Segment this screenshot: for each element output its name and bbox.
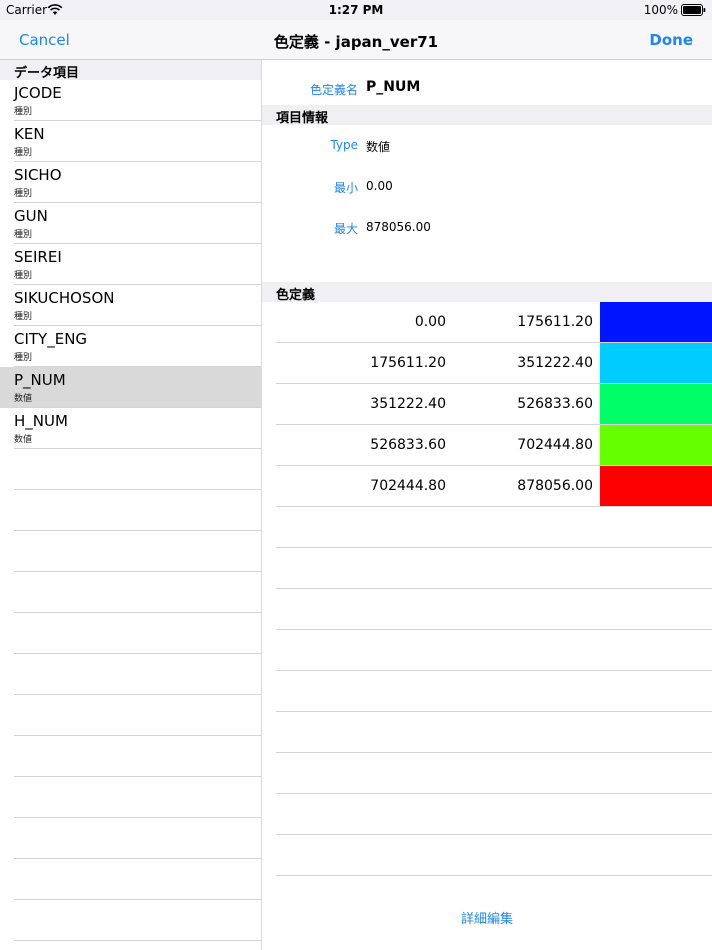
empty-row	[0, 572, 261, 613]
color-definition-detail: 色定義名 P_NUM 項目情報 Type 数値 最小 0.00 最大 87805…	[262, 60, 712, 950]
range-from: 0.00	[414, 314, 446, 330]
info-label: Type	[330, 138, 358, 152]
battery-icon	[681, 4, 706, 16]
empty-row	[262, 548, 712, 589]
item-type: 種別	[14, 189, 33, 199]
item-type: 種別	[14, 230, 33, 240]
status-time: 1:27 PM	[328, 3, 384, 17]
empty-row	[262, 753, 712, 794]
item-name: SEIREI	[14, 248, 62, 266]
info-label: 最小	[333, 181, 358, 195]
color-range-row[interactable]: 351222.40 526833.60	[262, 384, 712, 425]
info-value: 数値	[366, 140, 391, 154]
info-row-max: 最大 878056.00	[262, 207, 712, 248]
item-type: 種別	[14, 353, 33, 363]
empty-row	[0, 449, 261, 490]
item-type: 数値	[14, 394, 33, 404]
list-item-gun[interactable]: GUN 種別	[0, 203, 261, 244]
item-name: KEN	[14, 125, 45, 143]
nav-title: 色定義 - japan_ver71	[273, 33, 439, 51]
definition-name-row: 色定義名 P_NUM	[262, 60, 712, 105]
empty-row	[0, 490, 261, 531]
range-to: 175611.20	[517, 314, 593, 330]
battery-percent: 100%	[643, 3, 678, 17]
item-type: 数値	[14, 435, 33, 445]
empty-row	[262, 671, 712, 712]
status-bar: Carrier 1:27 PM 100%	[0, 0, 712, 20]
item-name: P_NUM	[14, 371, 66, 389]
empty-row	[262, 712, 712, 753]
item-name: JCODE	[14, 84, 62, 102]
item-name: SIKUCHOSON	[14, 289, 115, 307]
list-item-h-num[interactable]: H_NUM 数値	[0, 408, 261, 449]
list-item-sicho[interactable]: SICHO 種別	[0, 162, 261, 203]
done-button[interactable]: Done	[649, 31, 693, 49]
range-from: 702444.80	[370, 478, 446, 494]
color-swatch[interactable]	[600, 384, 712, 424]
empty-row	[0, 736, 261, 777]
item-name: GUN	[14, 207, 48, 225]
color-swatch[interactable]	[600, 302, 712, 342]
empty-row	[0, 818, 261, 859]
info-row-type: Type 数値	[262, 125, 712, 166]
color-swatch[interactable]	[600, 343, 712, 383]
color-definition-section-header: 色定義	[262, 282, 712, 303]
item-info-section-header: 項目情報	[262, 105, 712, 126]
list-item-p-num[interactable]: P_NUM 数値	[0, 367, 261, 408]
list-item-city-eng[interactable]: CITY_ENG 種別	[0, 326, 261, 367]
list-item-sikuchoson[interactable]: SIKUCHOSON 種別	[0, 285, 261, 326]
list-item-seirei[interactable]: SEIREI 種別	[0, 244, 261, 285]
item-name: H_NUM	[14, 412, 68, 430]
color-range-row[interactable]: 526833.60 702444.80	[262, 425, 712, 466]
range-from: 175611.20	[370, 355, 446, 371]
list-item-ken[interactable]: KEN 種別	[0, 121, 261, 162]
empty-row	[0, 531, 261, 572]
item-type: 種別	[14, 107, 33, 117]
empty-row	[0, 654, 261, 695]
empty-row	[262, 835, 712, 876]
empty-row	[0, 900, 261, 941]
item-type: 種別	[14, 271, 33, 281]
empty-row	[0, 777, 261, 818]
info-row-min: 最小 0.00	[262, 166, 712, 207]
empty-row	[0, 859, 261, 900]
range-from: 526833.60	[370, 437, 446, 453]
range-from: 351222.40	[370, 396, 446, 412]
color-range-row[interactable]: 702444.80 878056.00	[262, 466, 712, 507]
range-to: 878056.00	[517, 478, 593, 494]
item-type: 種別	[14, 148, 33, 158]
item-name: SICHO	[14, 166, 62, 184]
definition-name-value: P_NUM	[366, 79, 421, 95]
definition-name-label: 色定義名	[309, 83, 358, 97]
data-item-section-header: データ項目	[0, 60, 261, 81]
color-range-row[interactable]: 0.00 175611.20	[262, 302, 712, 343]
list-item-jcode[interactable]: JCODE 種別	[0, 80, 261, 121]
item-name: CITY_ENG	[14, 330, 88, 348]
detail-edit-button[interactable]: 詳細編集	[262, 908, 712, 927]
color-swatch[interactable]	[600, 466, 712, 506]
empty-row	[0, 695, 261, 736]
empty-row	[262, 630, 712, 671]
range-to: 526833.60	[517, 396, 593, 412]
range-to: 351222.40	[517, 355, 593, 371]
item-type: 種別	[14, 312, 33, 322]
color-swatch[interactable]	[600, 425, 712, 465]
color-range-row[interactable]: 175611.20 351222.40	[262, 343, 712, 384]
range-to: 702444.80	[517, 437, 593, 453]
info-label: 最大	[333, 222, 358, 236]
info-value: 878056.00	[366, 220, 431, 234]
empty-row	[262, 507, 712, 548]
info-value: 0.00	[366, 179, 393, 193]
empty-row	[262, 589, 712, 630]
empty-row	[262, 794, 712, 835]
empty-row	[0, 613, 261, 654]
navigation-bar: Cancel 色定義 - japan_ver71 Done	[0, 20, 712, 60]
data-item-list: データ項目 JCODE 種別 KEN 種別 SICHO 種別 GUN 種別 SE…	[0, 60, 262, 950]
